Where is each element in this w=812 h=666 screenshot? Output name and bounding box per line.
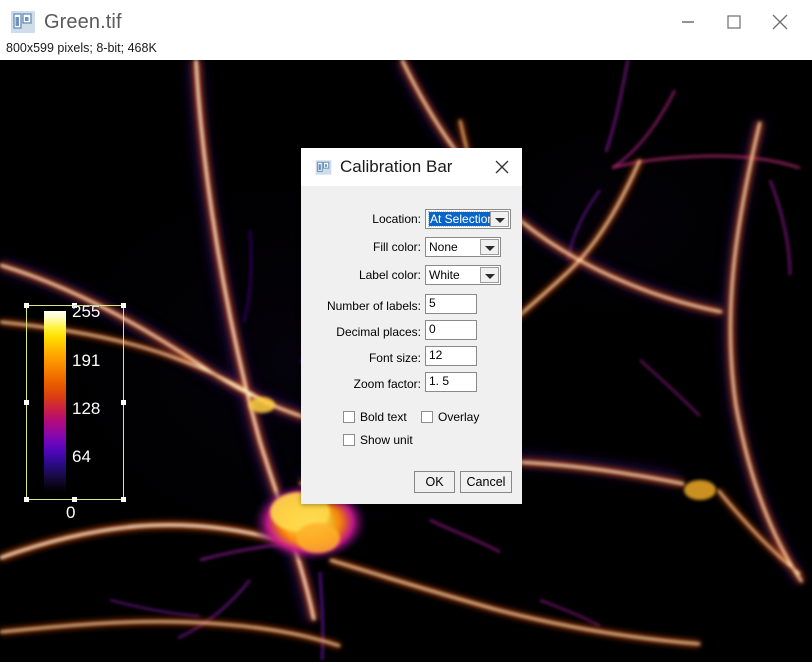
calibration-bar-dialog: Calibration Bar Location: At Selection F… bbox=[301, 148, 522, 504]
dialog-title: Calibration Bar bbox=[340, 157, 453, 176]
lut-color-ramp bbox=[44, 311, 66, 493]
calbar-label-128: 128 bbox=[72, 399, 101, 418]
zoom-factor-label: Zoom factor: bbox=[353, 377, 421, 391]
calbar-label-191: 191 bbox=[72, 351, 101, 370]
location-label: Location: bbox=[372, 212, 421, 226]
dialog-close-button[interactable] bbox=[489, 155, 515, 179]
selection-handle-br[interactable] bbox=[121, 497, 126, 502]
close-icon bbox=[772, 14, 788, 30]
checkbox-box bbox=[343, 434, 355, 446]
fill-color-label-cell: Fill color: bbox=[301, 237, 421, 259]
number-of-labels-label: Number of labels: bbox=[326, 299, 421, 313]
image-info-bar: 800x599 pixels; 8-bit; 468K bbox=[0, 40, 812, 60]
chevron-down-icon[interactable] bbox=[490, 211, 509, 227]
imagej-icon bbox=[315, 159, 332, 176]
number-of-labels-input[interactable]: 5 bbox=[425, 294, 477, 314]
font-size-value: 12 bbox=[429, 348, 443, 362]
fill-color-dropdown[interactable]: None bbox=[425, 237, 501, 257]
number-of-labels-label-cell: Number of labels: bbox=[301, 296, 421, 318]
chevron-down-icon[interactable] bbox=[480, 267, 499, 283]
close-icon bbox=[495, 160, 509, 174]
selection-handle-bc[interactable] bbox=[72, 497, 77, 502]
calibration-bar-overlay[interactable]: 255 191 128 64 0 bbox=[24, 302, 126, 522]
dialog-titlebar: Calibration Bar bbox=[301, 148, 522, 186]
zoom-factor-label-cell: Zoom factor: bbox=[301, 374, 421, 396]
cancel-button[interactable]: Cancel bbox=[460, 471, 512, 493]
label-color-dropdown[interactable]: White bbox=[425, 265, 501, 285]
location-dropdown[interactable]: At Selection bbox=[425, 209, 511, 229]
font-size-label-cell: Font size: bbox=[301, 348, 421, 370]
overlay-label: Overlay bbox=[438, 410, 480, 424]
fill-color-value: None bbox=[429, 240, 458, 254]
checkbox-box bbox=[421, 411, 433, 423]
calbar-label-255: 255 bbox=[72, 302, 101, 321]
calbar-label-0: 0 bbox=[66, 503, 76, 522]
zoom-factor-value: 1. 5 bbox=[429, 374, 450, 388]
bold-text-label: Bold text bbox=[360, 410, 407, 424]
window-title: Green.tif bbox=[44, 11, 122, 33]
selection-handle-tl[interactable] bbox=[24, 303, 29, 308]
imagej-window: Green.tif 800x599 pixels; 8-bit; 468K 25… bbox=[0, 0, 812, 666]
minimize-button[interactable] bbox=[665, 0, 711, 44]
cancel-button-label: Cancel bbox=[466, 475, 506, 489]
label-color-value: White bbox=[429, 268, 460, 282]
ok-button[interactable]: OK bbox=[414, 471, 455, 493]
maximize-button[interactable] bbox=[711, 0, 757, 44]
decimal-places-label-cell: Decimal places: bbox=[301, 322, 421, 344]
zoom-factor-input[interactable]: 1. 5 bbox=[425, 372, 477, 392]
minimize-icon bbox=[682, 21, 694, 23]
label-color-label: Label color: bbox=[358, 268, 421, 282]
selection-handle-bl[interactable] bbox=[24, 497, 29, 502]
chevron-down-icon[interactable] bbox=[480, 239, 499, 255]
ok-button-label: OK bbox=[425, 475, 444, 489]
fill-color-label: Fill color: bbox=[372, 240, 421, 254]
decimal-places-value: 0 bbox=[429, 322, 436, 336]
imagej-icon bbox=[10, 9, 36, 35]
decimal-places-label: Decimal places: bbox=[336, 325, 421, 339]
number-of-labels-value: 5 bbox=[429, 296, 436, 310]
location-label-cell: Location: bbox=[301, 209, 421, 231]
image-info-text: 800x599 pixels; 8-bit; 468K bbox=[6, 41, 157, 55]
maximize-icon bbox=[727, 15, 741, 29]
font-size-input[interactable]: 12 bbox=[425, 346, 477, 366]
close-button[interactable] bbox=[757, 0, 803, 44]
font-size-label: Font size: bbox=[368, 351, 421, 365]
location-value: At Selection bbox=[427, 211, 497, 227]
checkbox-box bbox=[343, 411, 355, 423]
selection-handle-tr[interactable] bbox=[121, 303, 126, 308]
calbar-label-64: 64 bbox=[72, 447, 91, 466]
selection-handle-mr[interactable] bbox=[121, 400, 126, 405]
selection-handle-ml[interactable] bbox=[24, 400, 29, 405]
label-color-label-cell: Label color: bbox=[301, 265, 421, 287]
show-unit-label: Show unit bbox=[360, 433, 413, 447]
window-titlebar: Green.tif bbox=[0, 0, 812, 44]
dialog-body: Location: At Selection Fill color: None … bbox=[301, 186, 522, 504]
decimal-places-input[interactable]: 0 bbox=[425, 320, 477, 340]
